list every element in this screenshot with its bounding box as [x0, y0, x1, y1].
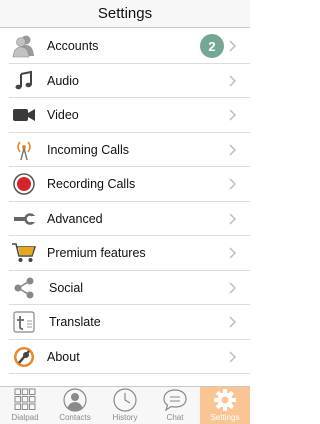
tab-chat[interactable]: Chat: [150, 387, 200, 424]
chevron-right-icon: [229, 282, 237, 294]
chevron-right-icon: [229, 213, 237, 225]
settings-item-label: Audio: [47, 73, 79, 88]
settings-item-about[interactable]: About: [0, 340, 250, 375]
music-note-icon: [11, 69, 37, 93]
settings-item-label: Video: [47, 108, 79, 123]
chat-bubble-icon: [162, 388, 188, 412]
tab-bar: Dialpad Contacts History Chat Settings: [0, 386, 250, 424]
header-bar: Settings: [0, 0, 250, 28]
dialpad-icon: [12, 388, 38, 412]
chevron-right-icon: [229, 109, 237, 121]
antenna-icon: [11, 138, 37, 162]
page-title: Settings: [97, 5, 153, 22]
tab-contacts[interactable]: Contacts: [50, 387, 100, 424]
settings-item-label: Premium features: [47, 246, 146, 261]
settings-item-audio[interactable]: Audio: [0, 64, 250, 99]
tab-history[interactable]: History: [100, 387, 150, 424]
settings-item-label: Advanced: [47, 211, 103, 226]
contacts-icon: [62, 388, 88, 412]
settings-list: Accounts 2 Audio Video Incoming Calls Re…: [0, 29, 250, 374]
settings-item-video[interactable]: Video: [0, 98, 250, 133]
shopping-cart-icon: [11, 241, 37, 265]
settings-item-advanced[interactable]: Advanced: [0, 202, 250, 237]
settings-item-incoming-calls[interactable]: Incoming Calls: [0, 133, 250, 168]
wrench-icon: [11, 207, 37, 231]
chevron-right-icon: [229, 247, 237, 259]
record-icon: [11, 172, 37, 196]
tab-label: Settings: [210, 413, 240, 422]
settings-item-label: About: [47, 349, 80, 364]
translate-icon: [11, 310, 37, 334]
chevron-right-icon: [229, 75, 237, 87]
chevron-right-icon: [229, 40, 237, 52]
chevron-right-icon: [229, 351, 237, 363]
tab-label: History: [112, 413, 138, 422]
settings-item-label: Accounts: [47, 39, 99, 54]
settings-item-social[interactable]: Social: [0, 271, 250, 306]
tab-settings[interactable]: Settings: [200, 387, 250, 424]
about-icon: [11, 345, 37, 369]
chevron-right-icon: [229, 178, 237, 190]
settings-item-accounts[interactable]: Accounts 2: [0, 29, 250, 64]
chevron-right-icon: [229, 144, 237, 156]
settings-item-translate[interactable]: Translate: [0, 305, 250, 340]
accounts-icon: [11, 34, 37, 58]
tab-label: Contacts: [59, 413, 91, 422]
tab-dialpad[interactable]: Dialpad: [0, 387, 50, 424]
tab-label: Dialpad: [11, 413, 39, 422]
video-camera-icon: [11, 103, 37, 127]
settings-item-label: Translate: [49, 315, 101, 330]
settings-item-premium-features[interactable]: Premium features: [0, 236, 250, 271]
settings-item-recording-calls[interactable]: Recording Calls: [0, 167, 250, 202]
clock-icon: [112, 388, 138, 412]
share-icon: [11, 276, 37, 300]
tab-label: Chat: [166, 413, 184, 422]
settings-item-label: Recording Calls: [47, 177, 136, 192]
chevron-right-icon: [229, 316, 237, 328]
gear-icon: [212, 388, 238, 412]
accounts-count-badge: 2: [200, 34, 224, 59]
settings-item-label: Social: [49, 280, 84, 295]
settings-item-label: Incoming Calls: [47, 142, 129, 157]
